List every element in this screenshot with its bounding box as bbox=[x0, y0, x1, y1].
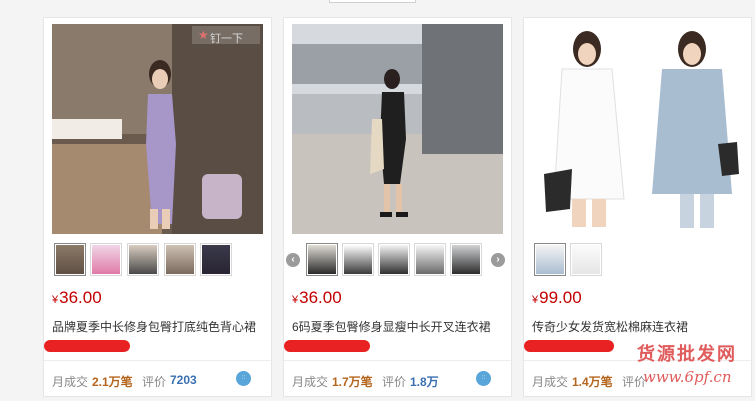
review-label: 评价 bbox=[382, 375, 407, 389]
chat-icon[interactable]: :: bbox=[476, 371, 491, 386]
star-icon: ★ bbox=[198, 28, 209, 42]
site-watermark: 货源批发网 www.6pf.cn bbox=[637, 340, 755, 401]
monthly-label: 月成交 bbox=[52, 375, 89, 389]
product-image[interactable]: 钉一下 ★ bbox=[52, 24, 263, 234]
review-value[interactable]: 1.8万 bbox=[410, 373, 439, 390]
review-value[interactable]: 7203 bbox=[170, 373, 197, 387]
currency-symbol: ¥ bbox=[292, 294, 299, 306]
thumbnail-strip: ‹ › bbox=[286, 243, 505, 279]
price-value: 36.00 bbox=[59, 288, 102, 307]
thumbnail[interactable] bbox=[342, 243, 374, 276]
thumbnail[interactable] bbox=[164, 243, 196, 276]
stats-bar: 月成交 1.7万笔 评价 1.8万 :: bbox=[284, 360, 511, 397]
thumbnail[interactable] bbox=[90, 243, 122, 276]
thumbnail[interactable] bbox=[378, 243, 410, 276]
redaction-mark bbox=[284, 340, 370, 352]
product-image[interactable] bbox=[532, 24, 743, 234]
thumbnail[interactable] bbox=[127, 243, 159, 276]
watermark-title: 货源批发网 bbox=[637, 344, 737, 365]
product-title[interactable]: 6码夏季包臀修身显瘦中长开叉连衣裙 bbox=[292, 318, 491, 335]
review-label: 评价 bbox=[142, 375, 167, 389]
product-image[interactable] bbox=[292, 24, 503, 234]
watermark-url: www.6pf.cn bbox=[643, 368, 732, 386]
currency-symbol: ¥ bbox=[52, 294, 59, 306]
price: ¥99.00 bbox=[532, 288, 582, 308]
monthly-value: 2.1万笔 bbox=[92, 375, 133, 389]
chevron-right-icon[interactable]: › bbox=[491, 253, 505, 267]
monthly-value: 1.7万笔 bbox=[332, 375, 373, 389]
top-tab[interactable] bbox=[329, 0, 416, 3]
pin-label[interactable]: 钉一下 bbox=[210, 30, 243, 46]
product-title[interactable]: 品牌夏季中长修身包臀打底纯色背心裙 bbox=[52, 318, 256, 335]
thumbnail[interactable] bbox=[450, 243, 482, 276]
price: ¥36.00 bbox=[52, 288, 102, 308]
chat-icon[interactable]: :: bbox=[236, 371, 251, 386]
stats-bar: 月成交 2.1万笔 评价 7203 :: bbox=[44, 360, 271, 397]
monthly-label: 月成交 bbox=[532, 375, 569, 389]
redaction-mark bbox=[524, 340, 614, 352]
thumbnail[interactable] bbox=[534, 243, 566, 276]
monthly-value: 1.4万笔 bbox=[572, 375, 613, 389]
thumbnail[interactable] bbox=[200, 243, 232, 276]
product-card[interactable]: 钉一下 ★ ¥36.00 品牌夏季中长修身包臀打底纯色背心裙 月成交 2.1万笔… bbox=[43, 17, 272, 397]
chevron-left-icon[interactable]: ‹ bbox=[286, 253, 300, 267]
product-card[interactable]: ‹ › ¥36.00 6码夏季包臀修身显瘦中长开叉连衣裙 月成交 1.7万笔 评… bbox=[283, 17, 512, 397]
currency-symbol: ¥ bbox=[532, 294, 539, 306]
thumbnail[interactable] bbox=[570, 243, 602, 276]
thumbnail-strip bbox=[52, 243, 263, 279]
price: ¥36.00 bbox=[292, 288, 342, 308]
product-title[interactable]: 传奇少女发货宽松棉麻连衣裙 bbox=[532, 318, 688, 335]
thumbnail[interactable] bbox=[306, 243, 338, 276]
price-value: 99.00 bbox=[539, 288, 582, 307]
thumbnail-strip bbox=[532, 243, 743, 279]
thumbnail[interactable] bbox=[54, 243, 86, 276]
price-value: 36.00 bbox=[299, 288, 342, 307]
redaction-mark bbox=[44, 340, 130, 352]
thumbnail[interactable] bbox=[414, 243, 446, 276]
monthly-label: 月成交 bbox=[292, 375, 329, 389]
